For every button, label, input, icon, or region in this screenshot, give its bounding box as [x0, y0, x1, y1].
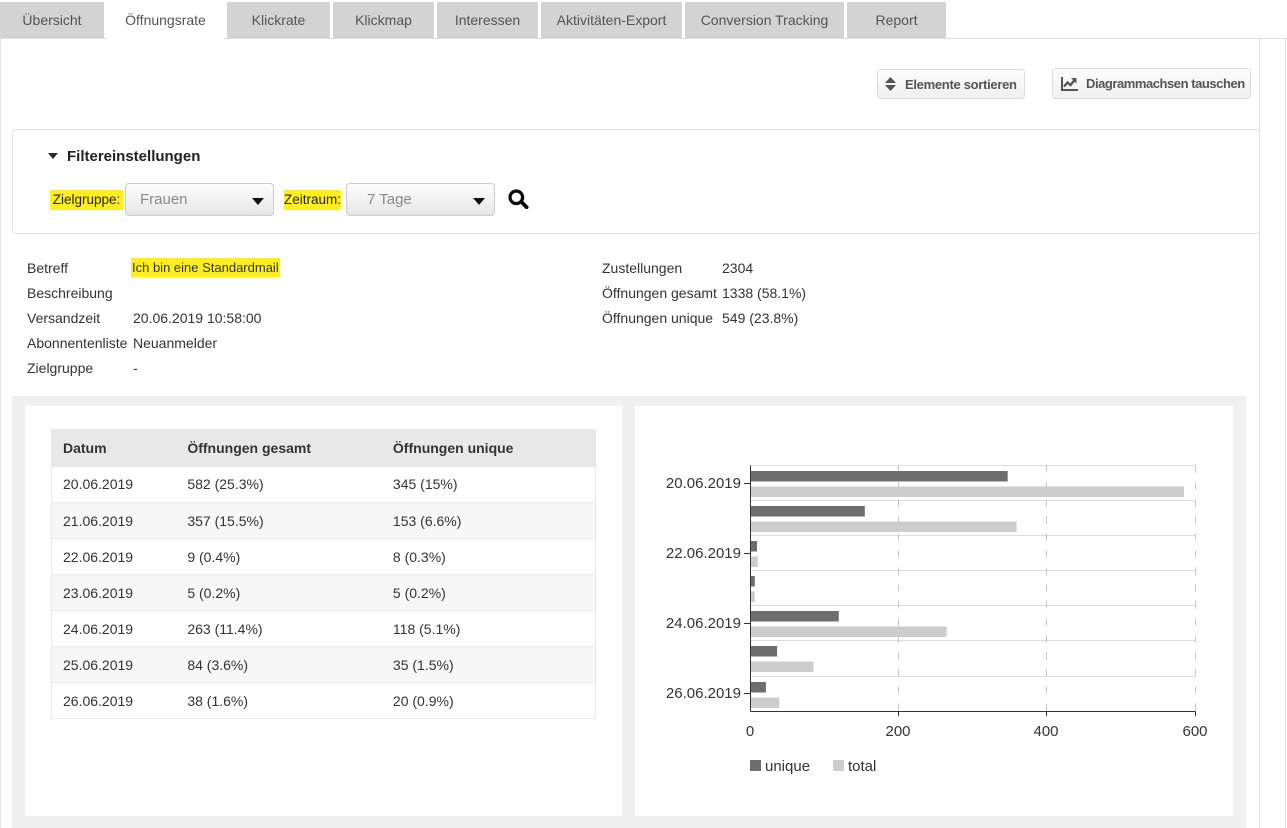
svg-text:total: total — [848, 758, 876, 775]
svg-text:26.06.2019: 26.06.2019 — [666, 685, 741, 702]
svg-text:200: 200 — [885, 723, 910, 740]
svg-text:600: 600 — [1182, 723, 1207, 740]
svg-text:20.06.2019: 20.06.2019 — [666, 475, 741, 492]
svg-text:22.06.2019: 22.06.2019 — [666, 545, 741, 562]
svg-text:400: 400 — [1033, 723, 1058, 740]
svg-text:0: 0 — [746, 723, 754, 740]
svg-text:24.06.2019: 24.06.2019 — [666, 615, 741, 632]
svg-text:unique: unique — [765, 758, 810, 775]
